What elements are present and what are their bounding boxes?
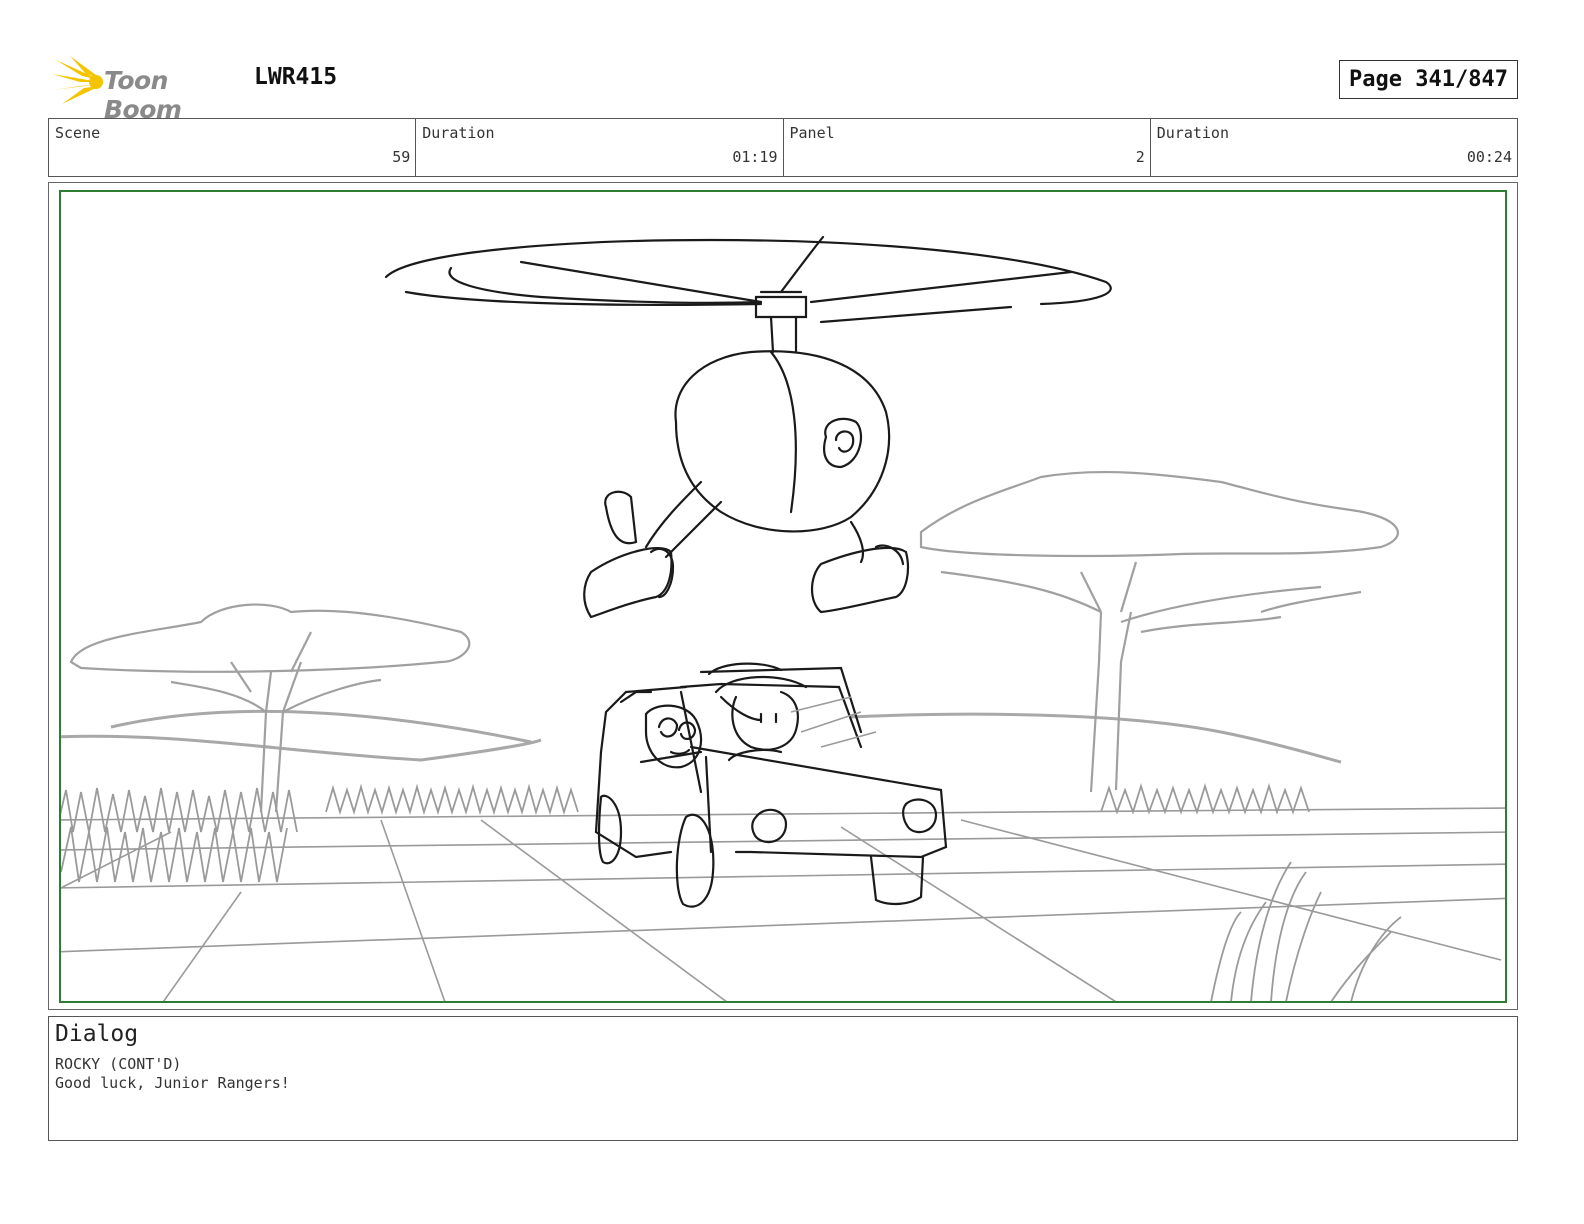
scene-duration-cell: Duration 01:19 (416, 119, 784, 176)
panel-duration-label: Duration (1156, 124, 1229, 142)
starburst-icon (52, 56, 103, 104)
panel-frame (48, 182, 1518, 1010)
storyboard-panel (59, 190, 1507, 1003)
panel-duration-value: 00:24 (1466, 148, 1512, 166)
grass (61, 782, 1402, 1001)
scene-duration-label: Duration (422, 124, 495, 142)
windshield-lines (790, 696, 877, 748)
storyboard-sketch (61, 235, 1505, 1001)
scene-value: 59 (392, 148, 411, 166)
info-bar: Scene 59 Duration 01:19 Panel 2 Duration… (48, 118, 1518, 177)
toon-boom-logo: Toon Boom (52, 56, 242, 124)
scene-label: Scene (55, 124, 101, 142)
dialog-speaker: ROCKY (CONT'D) (55, 1055, 182, 1073)
dialog-box: Dialog ROCKY (CONT'D) Good luck, Junior … (48, 1016, 1518, 1141)
helicopter (384, 235, 1112, 619)
project-code: LWR415 (254, 64, 338, 90)
panel-cell: Panel 2 (784, 119, 1151, 176)
scene-duration-value: 01:19 (732, 148, 778, 166)
jeep (594, 662, 948, 908)
page-indicator: Page 341/847 (1339, 60, 1518, 99)
ground-grid (61, 807, 1505, 1001)
right-tree (919, 470, 1399, 793)
left-tree (69, 603, 471, 813)
panel-duration-cell: Duration 00:24 (1151, 119, 1517, 176)
scene-cell: Scene 59 (49, 119, 417, 176)
panel-value: 2 (1135, 148, 1145, 166)
logo-text: Toon Boom (104, 66, 182, 124)
panel-label: Panel (789, 124, 835, 142)
dialog-title: Dialog (55, 1021, 139, 1047)
dialog-text: Good luck, Junior Rangers! (55, 1074, 290, 1092)
